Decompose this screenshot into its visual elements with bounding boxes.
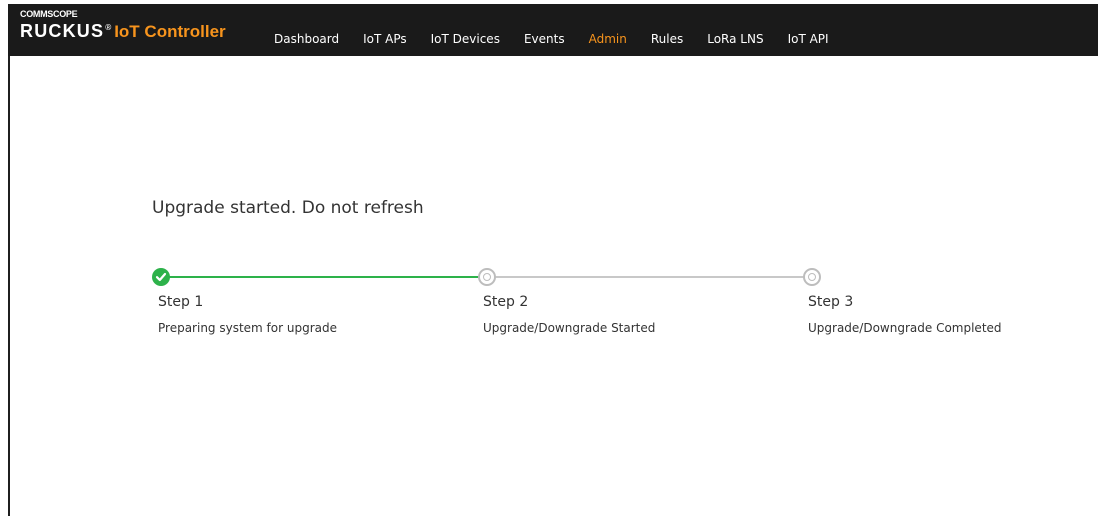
page-frame <box>8 4 1098 516</box>
progress-line-completed <box>160 276 485 278</box>
step-3-description: Upgrade/Downgrade Completed <box>808 321 1002 335</box>
ruckus-logo-text: RUCKUS <box>20 21 105 41</box>
nav-rules[interactable]: Rules <box>639 32 695 46</box>
commscope-logo-text: COMMSCOPE <box>20 9 78 19</box>
radio-circle-icon <box>803 268 821 286</box>
upgrade-stepper: Step 1 Preparing system for upgrade Step… <box>152 268 1002 348</box>
radio-circle-icon <box>478 268 496 286</box>
step-2-label: Step 2 <box>483 294 529 310</box>
registered-mark: ® <box>104 23 113 32</box>
check-circle-icon <box>152 268 170 286</box>
brand-logo[interactable]: COMMSCOPE RUCKUS® IoT Controller <box>20 9 226 42</box>
step-1-description: Preparing system for upgrade <box>158 321 337 335</box>
upgrade-status-message: Upgrade started. Do not refresh <box>152 198 424 218</box>
top-navigation-bar: COMMSCOPE RUCKUS® IoT Controller Dashboar… <box>8 4 1098 56</box>
nav-events[interactable]: Events <box>512 32 577 46</box>
product-name: IoT Controller <box>114 22 226 41</box>
nav-iot-api[interactable]: IoT API <box>776 32 841 46</box>
nav-iot-devices[interactable]: IoT Devices <box>419 32 512 46</box>
nav-admin[interactable]: Admin <box>577 32 639 46</box>
main-nav: Dashboard IoT APs IoT Devices Events Adm… <box>262 32 841 46</box>
nav-iot-aps[interactable]: IoT APs <box>351 32 419 46</box>
step-3-label: Step 3 <box>808 294 854 310</box>
step-1-label: Step 1 <box>158 294 204 310</box>
nav-lora-lns[interactable]: LoRa LNS <box>695 32 775 46</box>
nav-dashboard[interactable]: Dashboard <box>262 32 351 46</box>
progress-line-pending <box>485 276 810 278</box>
step-2-description: Upgrade/Downgrade Started <box>483 321 656 335</box>
